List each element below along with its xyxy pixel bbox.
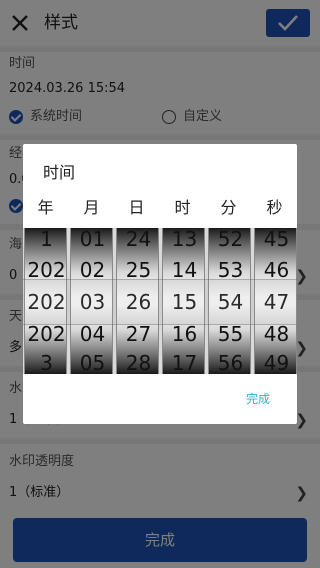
wheel-item: 47 [263,290,290,314]
wheel-month[interactable]: 01 02 03 04 05 [70,228,113,374]
column-header-second: 秒 [266,198,283,217]
wheel-item: 05 [79,351,106,374]
wheel-item: 16 [171,322,198,346]
wheel-item-selected: 46 [263,258,290,282]
wheel-item: 49 [263,351,290,374]
column-header-year: 年 [37,198,54,217]
wheel-item-selected: 14 [171,258,198,282]
wheel-item: 56 [217,351,244,374]
wheel-item: 26 [125,290,152,314]
wheel-day[interactable]: 24 25 26 27 28 [116,228,159,374]
dialog-title: 时间 [43,163,76,182]
wheel-item: 17 [171,351,198,374]
wheel-item: 202 [27,322,66,346]
wheel-item: 27 [125,322,152,346]
wheel-item: 15 [171,290,198,314]
wheel-item: 24 [125,228,152,251]
wheel-item: 04 [79,322,106,346]
wheel-year[interactable]: 1 202 202 202 3 [24,228,67,374]
wheel-item: 45 [263,228,290,251]
dialog-done-button[interactable]: 完成 [246,391,270,407]
wheel-hour[interactable]: 13 14 15 16 17 [162,228,205,374]
wheel-item: 55 [217,322,244,346]
wheel-second[interactable]: 45 46 47 48 49 [254,228,297,374]
column-header-month: 月 [83,198,100,217]
column-header-day: 日 [128,198,145,217]
wheel-item: 54 [217,290,244,314]
wheel-picker: 1 202 202 202 3 01 02 03 04 05 24 25 26 … [23,228,297,374]
wheel-item-selected: 02 [79,258,106,282]
column-header-minute: 分 [220,198,237,217]
wheel-item: 01 [79,228,106,251]
wheel-item: 202 [27,290,66,314]
wheel-item-selected: 25 [125,258,152,282]
time-picker-dialog: 时间 年 月 日 时 分 秒 1 202 202 202 3 01 02 03 … [23,144,297,424]
wheel-minute[interactable]: 52 53 54 55 56 [208,228,251,374]
wheel-item: 1 [40,228,53,251]
column-header-hour: 时 [174,198,191,217]
wheel-item: 03 [79,290,106,314]
wheel-item-selected: 202 [27,258,66,282]
wheel-item: 13 [171,228,198,251]
wheel-item-selected: 53 [217,258,244,282]
wheel-item: 3 [40,351,53,374]
wheel-item: 48 [263,322,290,346]
wheel-item: 52 [217,228,244,251]
wheel-item: 28 [125,351,152,374]
